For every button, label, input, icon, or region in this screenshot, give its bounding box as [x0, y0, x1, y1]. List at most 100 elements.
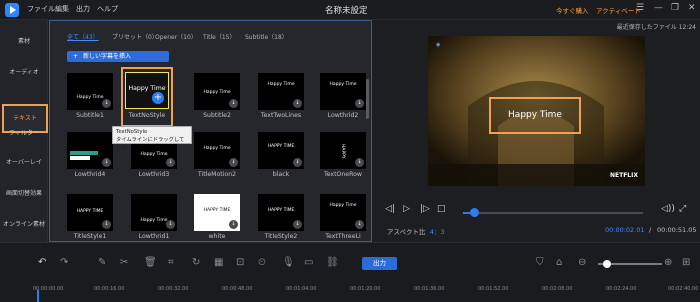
microphone-icon[interactable]: 🎙	[282, 257, 295, 268]
marker-icon[interactable]: ⛉	[536, 257, 544, 268]
tab-all[interactable]: 全て（43）	[67, 32, 99, 41]
tile-label-subtitle2: Subtitle2	[203, 112, 231, 119]
plus-icon: +	[73, 53, 79, 60]
sidebar-item-transitions[interactable]: 画面切替効果	[0, 188, 48, 197]
sidebar-item-media[interactable]: 素材	[0, 36, 48, 45]
title-bar: ファイル 編集 出力 ヘルプ 名称未設定 今すぐ購入 アクティベート ☰ — ❐…	[0, 0, 700, 20]
download-icon[interactable]: ↓	[293, 220, 302, 229]
preset-tile-textthreelines[interactable]: Happy Time ↓	[320, 194, 366, 231]
download-icon[interactable]: ↓	[293, 99, 302, 108]
sidebar-item-online[interactable]: オンライン素材	[0, 219, 48, 228]
download-icon[interactable]: ↓	[355, 220, 364, 229]
step-back-icon[interactable]: ◁|	[385, 204, 395, 214]
activate-link[interactable]: アクティベート	[596, 5, 641, 15]
menu-file[interactable]: ファイル	[27, 4, 55, 14]
preset-tile-texttwolines[interactable]: Happy Time ↓	[258, 73, 304, 110]
menu-help[interactable]: ヘルプ	[97, 4, 118, 14]
preset-tile-lowthrid4[interactable]: ↓	[67, 132, 113, 169]
edit-icon[interactable]: ✎	[98, 257, 106, 268]
add-to-timeline-icon[interactable]: +	[152, 92, 164, 104]
stop-icon[interactable]: □	[437, 204, 446, 214]
download-icon[interactable]: ↓	[102, 220, 111, 229]
snap-icon[interactable]: ⌂	[556, 257, 562, 268]
insert-subtitle-label: 新しい字幕を挿入	[83, 53, 132, 60]
delete-icon[interactable]: 🗑	[144, 257, 157, 268]
tile-sample-text: Happy Time	[140, 152, 168, 157]
ruler-tick: 00:02:08.00	[542, 286, 573, 292]
restore-icon[interactable]: ❐	[671, 3, 679, 13]
preset-tile-white[interactable]: HAPPY TIME ↓	[194, 194, 240, 231]
close-icon[interactable]: ✕	[688, 3, 696, 13]
detach-icon[interactable]: ⛓	[326, 257, 339, 268]
menu-icon[interactable]: ☰	[636, 3, 644, 13]
speed-icon[interactable]: ⏲	[258, 257, 266, 268]
video-title-overlay[interactable]: Happy Time	[489, 97, 581, 134]
preset-tile-lowthrid2[interactable]: Happy Time ↓	[320, 73, 366, 110]
sidebar-item-overlay[interactable]: オーバーレイ	[0, 157, 48, 166]
ruler-tick: 00:02:24.00	[606, 286, 637, 292]
preset-tile-titlestyle2[interactable]: HAPPY TIME ↓	[258, 194, 304, 231]
library-scrollbar[interactable]	[366, 79, 369, 119]
preset-tile-textonerow[interactable]: HAPPY ↓	[320, 132, 366, 169]
tile-tooltip: TextNoStyle タイムラインにドラッグして適用	[112, 126, 192, 151]
tile-label-titlestyle1: TitleStyle1	[73, 233, 107, 240]
mosaic-icon[interactable]: ▦	[214, 257, 223, 268]
preset-tile-subtitle1[interactable]: Happy Time ↓	[67, 73, 113, 110]
undo-icon[interactable]: ↶	[38, 257, 46, 268]
tab-title[interactable]: Title（15）	[203, 32, 236, 41]
preset-tile-black[interactable]: HAPPY TIME ↓	[258, 132, 304, 169]
zoom-out-icon[interactable]: ⊖	[578, 257, 586, 268]
download-icon[interactable]: ↓	[229, 158, 238, 167]
insert-subtitle-button[interactable]: + 新しい字幕を挿入	[67, 51, 169, 62]
preset-tile-titlemotion2[interactable]: Happy Time ↓	[194, 132, 240, 169]
volume-icon[interactable]: ◁))	[661, 204, 675, 214]
buy-now-link[interactable]: 今すぐ購入	[556, 5, 589, 15]
subtitle-icon[interactable]: ▭	[304, 257, 313, 268]
preset-tile-titlestyle1[interactable]: HAPPY TIME ↓	[67, 194, 113, 231]
tab-presets[interactable]: プリセット（0）	[112, 32, 158, 41]
tile-sample-text: Happy Time	[329, 203, 357, 208]
split-icon[interactable]: ✂	[120, 257, 128, 268]
download-icon[interactable]: ↓	[166, 220, 175, 229]
playback-progress[interactable]	[463, 212, 643, 214]
preset-tile-textnostyle[interactable]: Happy Time +	[125, 72, 169, 109]
download-icon[interactable]: ↓	[355, 158, 364, 167]
minimize-icon[interactable]: —	[654, 3, 663, 13]
play-icon[interactable]: ▷	[403, 204, 410, 214]
tab-opener[interactable]: Opener（10）	[155, 32, 197, 41]
download-icon[interactable]: ↓	[102, 99, 111, 108]
timeline-playhead[interactable]	[37, 290, 39, 302]
download-icon[interactable]: ↓	[355, 99, 364, 108]
freeze-icon[interactable]: ⊡	[236, 257, 244, 268]
sidebar-item-audio[interactable]: オーディオ	[0, 67, 48, 76]
step-forward-icon[interactable]: |▷	[420, 204, 430, 214]
tab-subtitle[interactable]: Subtitle（18）	[245, 32, 288, 41]
download-icon[interactable]: ↓	[229, 220, 238, 229]
menu-edit[interactable]: 編集	[55, 4, 69, 14]
zoom-slider-knob[interactable]	[603, 260, 611, 268]
preset-tile-subtitle2[interactable]: Happy Time ↓	[194, 73, 240, 110]
fit-timeline-icon[interactable]: ⊞	[682, 257, 690, 268]
redo-icon[interactable]: ↷	[60, 257, 68, 268]
aspect-ratio[interactable]: アスペクト比 4：3	[387, 226, 444, 236]
download-icon[interactable]: ↓	[229, 99, 238, 108]
tile-label-textonerow: TextOneRow	[324, 171, 362, 178]
fullscreen-icon[interactable]: ⤢	[679, 204, 686, 214]
preset-tile-lowthrid1[interactable]: Happy Time ↓	[131, 194, 177, 231]
export-button[interactable]: 出力	[362, 257, 397, 270]
ruler-tick: 00:02:40.00	[668, 286, 699, 292]
download-icon[interactable]: ↓	[102, 158, 111, 167]
download-icon[interactable]: ↓	[166, 158, 175, 167]
crop-icon[interactable]: ⌗	[168, 257, 174, 268]
tile-label-black: black	[272, 171, 290, 178]
sidebar-item-filters[interactable]: フィルター	[0, 128, 48, 137]
zoom-in-icon[interactable]: ⊕	[664, 257, 672, 268]
current-time: 00:00:02.01	[605, 226, 645, 234]
timeline-ruler[interactable]: 00:00:00.00 00:00:16.00 00:00:32.00 00:0…	[0, 282, 700, 302]
playback-scrubber[interactable]	[469, 208, 479, 217]
tile-label-lowthrid2: Lowthrid2	[327, 112, 359, 119]
download-icon[interactable]: ↓	[293, 158, 302, 167]
menu-export[interactable]: 出力	[76, 4, 90, 14]
rotate-icon[interactable]: ↻	[192, 257, 200, 268]
preview-panel: 最近保存したファイル 12:24 ◉ NETFLIX Happy Time ◁|…	[373, 20, 700, 242]
